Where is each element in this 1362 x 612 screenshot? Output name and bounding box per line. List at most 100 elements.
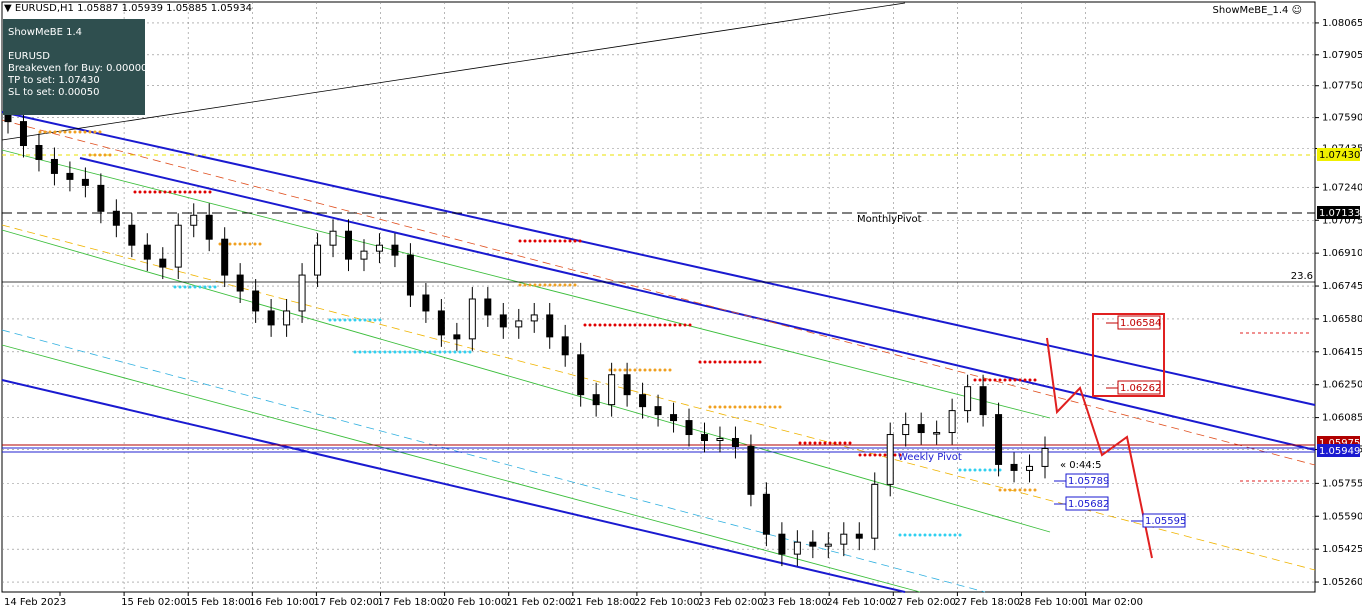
red-dot [833, 441, 837, 445]
cyan-dot [438, 350, 442, 354]
orange-dot [228, 242, 232, 246]
orange-dot [708, 405, 712, 409]
red-dot [628, 323, 632, 327]
candle-body [360, 250, 368, 260]
orange-dot [58, 130, 62, 134]
cyan-dot [988, 468, 992, 472]
candle-body [515, 320, 523, 328]
level-tag-1: 1.06584 [1120, 318, 1161, 329]
cyan-dot [993, 468, 997, 472]
cyan-dot [968, 468, 972, 472]
red-dot [988, 378, 992, 382]
dropdown-icon[interactable]: ▼ [4, 3, 12, 14]
cyan-dot [363, 350, 367, 354]
candle-body [50, 158, 58, 174]
red-dot [703, 360, 707, 364]
red-dot [633, 323, 637, 327]
cyan-dot [963, 468, 967, 472]
red-dot [618, 323, 622, 327]
cyan-dot [923, 533, 927, 537]
candle-body [391, 244, 399, 256]
candle-body [639, 394, 647, 408]
price-tick-label: 1.05425 [1322, 544, 1362, 555]
price-tick-label: 1.05755 [1322, 478, 1362, 489]
orange-dot [53, 130, 57, 134]
red-dot [153, 190, 157, 194]
red-dot [658, 323, 662, 327]
candle-body [1041, 447, 1049, 467]
candle-body [840, 533, 848, 545]
red-dot [818, 441, 822, 445]
channel-upper-line [1, 111, 1316, 406]
orange-dot [613, 368, 617, 372]
cyan-dot [973, 468, 977, 472]
price-tick-label: 1.05590 [1322, 511, 1362, 522]
red-dot [848, 441, 852, 445]
orange-dot [83, 130, 87, 134]
red-dot [863, 453, 867, 457]
candle-body [716, 438, 724, 442]
red-dot [138, 190, 142, 194]
cyan-dot [943, 533, 947, 537]
orange-dot [63, 130, 67, 134]
cyan-dot [458, 350, 462, 354]
channel-blue-dashed [1, 329, 986, 593]
orange-dot [713, 405, 717, 409]
candle-body [592, 394, 600, 406]
cyan-dot [363, 318, 367, 322]
price-chart[interactable]: 1.06584 1.06262 1.05789 1.05682 1.05595 Month… [0, 0, 1362, 612]
cyan-dot [348, 318, 352, 322]
candle-body [453, 334, 461, 340]
candle-body [205, 214, 213, 240]
red-dot [883, 453, 887, 457]
red-dot [653, 323, 657, 327]
red-dot [563, 239, 567, 243]
price-tick-label: 1.07905 [1322, 50, 1362, 61]
cyan-dot [413, 350, 417, 354]
red-dot [673, 323, 677, 327]
orange-dot [103, 153, 107, 157]
cyan-dot [423, 350, 427, 354]
candle-body [159, 258, 167, 268]
red-dot [873, 453, 877, 457]
orange-dot [538, 283, 542, 287]
orange-dot [653, 368, 657, 372]
red-dot [1008, 378, 1012, 382]
red-dot [813, 441, 817, 445]
red-dot [1003, 378, 1007, 382]
red-dot [823, 441, 827, 445]
cyan-dot [328, 318, 332, 322]
red-dot [588, 323, 592, 327]
orange-dot [718, 405, 722, 409]
orange-dot [38, 130, 42, 134]
candle-body [375, 244, 383, 252]
red-dot [603, 323, 607, 327]
candle-body [283, 310, 291, 326]
red-dot [518, 239, 522, 243]
candle-body [964, 386, 972, 412]
orange-dot [1013, 488, 1017, 492]
red-dot [858, 453, 862, 457]
price-tick-label: 1.06745 [1322, 281, 1362, 292]
orange-dot [253, 242, 257, 246]
red-dot [1033, 378, 1037, 382]
time-tick-label: 28 Feb 10:00 [1019, 597, 1085, 608]
orange-dot [88, 153, 92, 157]
candle-body [902, 424, 910, 436]
orange-dot [553, 283, 557, 287]
orange-dot [763, 405, 767, 409]
red-dot [553, 239, 557, 243]
orange-dot [98, 130, 102, 134]
red-dot [203, 190, 207, 194]
orange-dot [218, 242, 222, 246]
red-dot [538, 239, 542, 243]
red-dot [163, 190, 167, 194]
cyan-dot [918, 533, 922, 537]
red-dot [208, 190, 212, 194]
red-dot [648, 323, 652, 327]
red-dot [168, 190, 172, 194]
candle-body [747, 445, 755, 495]
price-box-monthly: 1.07133 [1319, 208, 1360, 219]
cyan-dot [448, 350, 452, 354]
plot-frame [1, 1, 1316, 593]
